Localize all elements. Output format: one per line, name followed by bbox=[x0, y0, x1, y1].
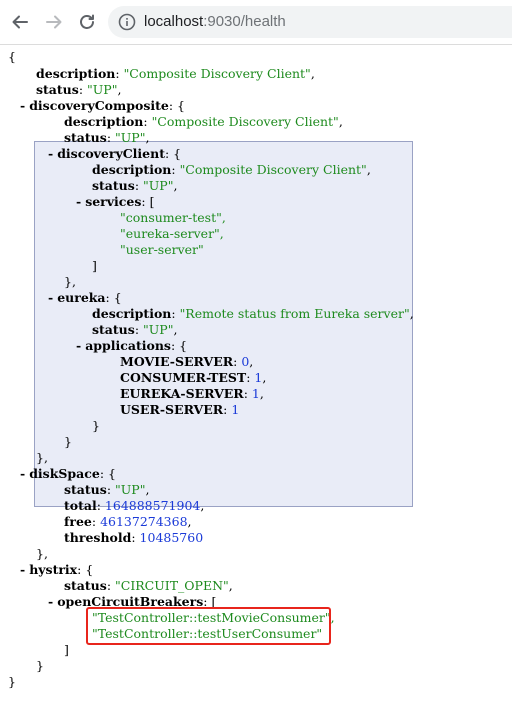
forward-arrow-icon[interactable] bbox=[42, 10, 66, 34]
json-close: ] bbox=[64, 642, 69, 657]
json-line: description: "Remote status from Eureka … bbox=[92, 306, 414, 321]
list-item: "eureka-server", bbox=[120, 226, 224, 241]
json-line: description: "Composite Discovery Client… bbox=[64, 114, 343, 129]
json-line: status: "UP", bbox=[64, 130, 150, 145]
back-arrow-icon[interactable] bbox=[8, 10, 32, 34]
json-line: status: "UP", bbox=[92, 178, 178, 193]
browser-toolbar: localhost:9030/health bbox=[0, 0, 512, 45]
json-line: EUREKA-SERVER: 1, bbox=[120, 386, 264, 401]
json-line: status: "UP", bbox=[64, 482, 150, 497]
json-close: } bbox=[36, 658, 44, 673]
json-close: }, bbox=[36, 450, 48, 465]
json-line: total: 164888571904, bbox=[64, 498, 205, 513]
list-item: "consumer-test", bbox=[120, 210, 226, 225]
json-line: - discoveryComposite: { bbox=[20, 98, 185, 113]
json-line: - services: [ bbox=[76, 194, 155, 209]
url-path: :9030/health bbox=[203, 13, 286, 30]
address-bar[interactable]: localhost:9030/health bbox=[108, 6, 512, 38]
json-line: - eureka: { bbox=[48, 290, 122, 305]
reload-icon[interactable] bbox=[75, 10, 99, 34]
json-line: - diskSpace: { bbox=[20, 466, 116, 481]
json-line: - applications: { bbox=[76, 338, 188, 353]
url-text[interactable]: localhost:9030/health bbox=[144, 13, 286, 30]
json-close: ] bbox=[92, 258, 97, 273]
json-line: CONSUMER-TEST: 1, bbox=[120, 370, 267, 385]
site-info-icon[interactable] bbox=[118, 13, 136, 31]
json-line: status: "CIRCUIT_OPEN", bbox=[64, 578, 233, 593]
json-line: status: "UP", bbox=[92, 322, 178, 337]
json-line: - discoveryClient: { bbox=[48, 146, 182, 161]
json-close: }, bbox=[64, 274, 76, 289]
annotation-highlight-box bbox=[86, 607, 331, 645]
json-open-brace: { bbox=[8, 49, 16, 64]
json-close: }, bbox=[36, 546, 48, 561]
json-line: status: "UP", bbox=[36, 82, 122, 97]
json-line: - hystrix: { bbox=[20, 562, 94, 577]
json-close-brace: } bbox=[8, 674, 16, 689]
json-close: } bbox=[92, 418, 100, 433]
json-line: USER-SERVER: 1 bbox=[120, 402, 240, 417]
json-line: description: "Composite Discovery Client… bbox=[92, 162, 371, 177]
json-close: } bbox=[64, 434, 72, 449]
list-item: "user-server" bbox=[120, 242, 204, 257]
url-host: localhost bbox=[144, 13, 204, 30]
json-line: MOVIE-SERVER: 0, bbox=[120, 354, 254, 369]
json-line: description: "Composite Discovery Client… bbox=[36, 66, 315, 81]
json-line: threshold: 10485760 bbox=[64, 530, 204, 545]
json-line: free: 46137274368, bbox=[64, 514, 192, 529]
